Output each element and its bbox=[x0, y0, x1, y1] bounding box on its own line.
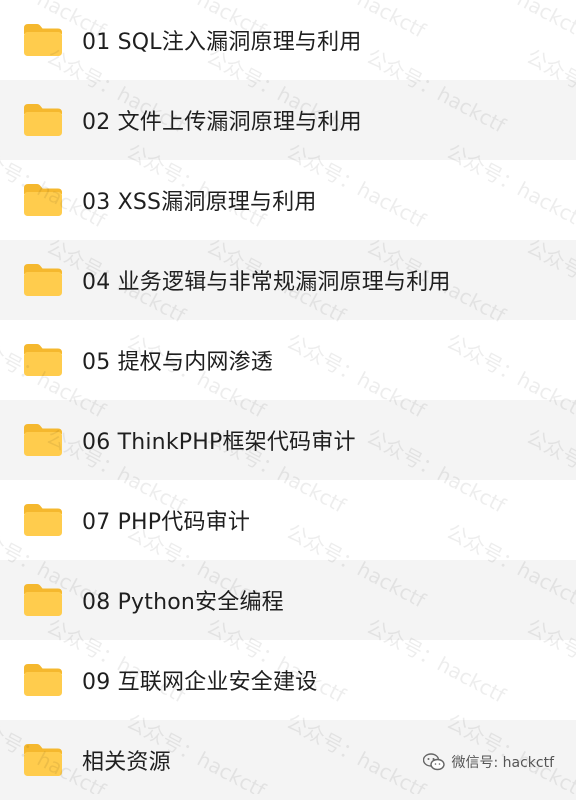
folder-row[interactable]: 09 互联网企业安全建设 bbox=[0, 640, 576, 720]
folder-label: 03 XSS漏洞原理与利用 bbox=[82, 190, 317, 215]
folder-row[interactable]: 08 Python安全编程 bbox=[0, 560, 576, 640]
folder-row[interactable]: 02 文件上传漏洞原理与利用 bbox=[0, 80, 576, 160]
folder-row[interactable]: 06 ThinkPHP框架代码审计 bbox=[0, 400, 576, 480]
folder-icon bbox=[22, 262, 64, 298]
folder-row[interactable]: 05 提权与内网渗透 bbox=[0, 320, 576, 400]
folder-label: 08 Python安全编程 bbox=[82, 590, 284, 615]
folder-list: 01 SQL注入漏洞原理与利用 02 文件上传漏洞原理与利用 03 XSS漏洞原理与… bbox=[0, 0, 576, 800]
folder-label: 09 互联网企业安全建设 bbox=[82, 670, 318, 695]
folder-label: 06 ThinkPHP框架代码审计 bbox=[82, 430, 356, 455]
folder-row[interactable]: 04 业务逻辑与非常规漏洞原理与利用 bbox=[0, 240, 576, 320]
folder-row[interactable]: 03 XSS漏洞原理与利用 bbox=[0, 160, 576, 240]
folder-label: 01 SQL注入漏洞原理与利用 bbox=[82, 30, 362, 55]
folder-row[interactable]: 07 PHP代码审计 bbox=[0, 480, 576, 560]
folder-icon bbox=[22, 342, 64, 378]
folder-icon bbox=[22, 422, 64, 458]
folder-icon bbox=[22, 662, 64, 698]
folder-label: 07 PHP代码审计 bbox=[82, 510, 251, 535]
folder-icon bbox=[22, 102, 64, 138]
folder-icon bbox=[22, 502, 64, 538]
folder-icon bbox=[22, 22, 64, 58]
folder-label: 02 文件上传漏洞原理与利用 bbox=[82, 110, 362, 135]
folder-icon bbox=[22, 742, 64, 778]
folder-label: 05 提权与内网渗透 bbox=[82, 350, 273, 375]
folder-row[interactable]: 01 SQL注入漏洞原理与利用 bbox=[0, 0, 576, 80]
folder-icon bbox=[22, 582, 64, 618]
folder-label: 相关资源 bbox=[82, 750, 171, 775]
wechat-icon bbox=[423, 753, 446, 771]
folder-label: 04 业务逻辑与非常规漏洞原理与利用 bbox=[82, 270, 451, 295]
footer-text: 微信号: hackctf bbox=[451, 755, 554, 771]
folder-icon bbox=[22, 182, 64, 218]
footer-wechat: 微信号: hackctf bbox=[423, 752, 554, 772]
